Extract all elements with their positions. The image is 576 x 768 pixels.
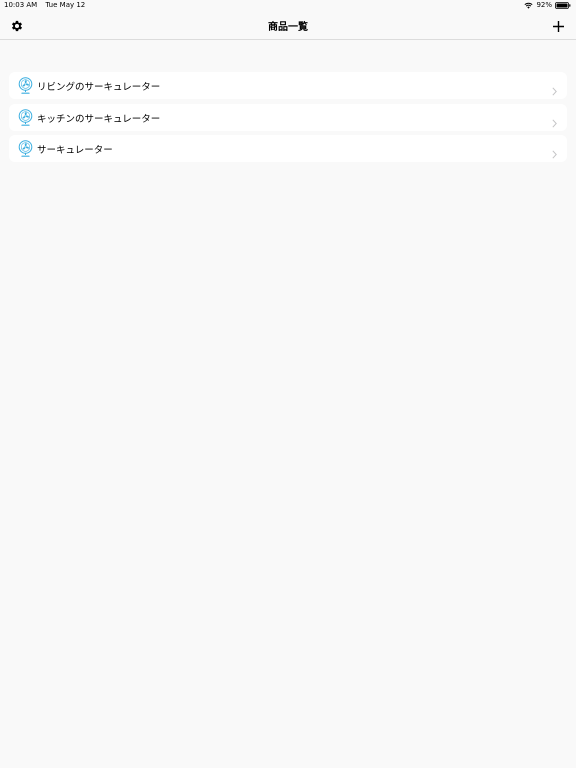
status-time: 10:03 AM (4, 1, 38, 9)
wifi-icon (524, 2, 533, 9)
list-item-label: キッチンのサーキュレーター (37, 113, 161, 125)
list-item[interactable]: サーキュレーター (9, 135, 567, 162)
status-bar: 10:03 AM Tue May 12 92% (0, 0, 576, 12)
product-list: リビングのサーキュレーター キッチンのサーキュレーター サーキュレーター (9, 72, 567, 167)
page-title: 商品一覧 (268, 22, 308, 33)
chevron-right-icon (552, 144, 557, 159)
plus-icon (553, 21, 564, 32)
battery-icon (555, 1, 571, 9)
battery-percent: 92% (536, 1, 552, 9)
chevron-right-icon (552, 113, 557, 128)
status-date: Tue May 12 (45, 1, 86, 9)
fan-icon (18, 77, 33, 94)
list-item[interactable]: キッチンのサーキュレーター (9, 103, 567, 131)
fan-icon (18, 140, 33, 157)
list-item-label: サーキュレーター (37, 145, 113, 156)
fan-icon (18, 108, 33, 126)
list-item-label: リビングのサーキュレーター (37, 82, 161, 93)
list-item[interactable]: リビングのサーキュレーター (9, 72, 567, 99)
navigation-bar: 商品一覧 (0, 12, 576, 40)
chevron-right-icon (552, 81, 557, 96)
add-button[interactable] (552, 18, 565, 32)
